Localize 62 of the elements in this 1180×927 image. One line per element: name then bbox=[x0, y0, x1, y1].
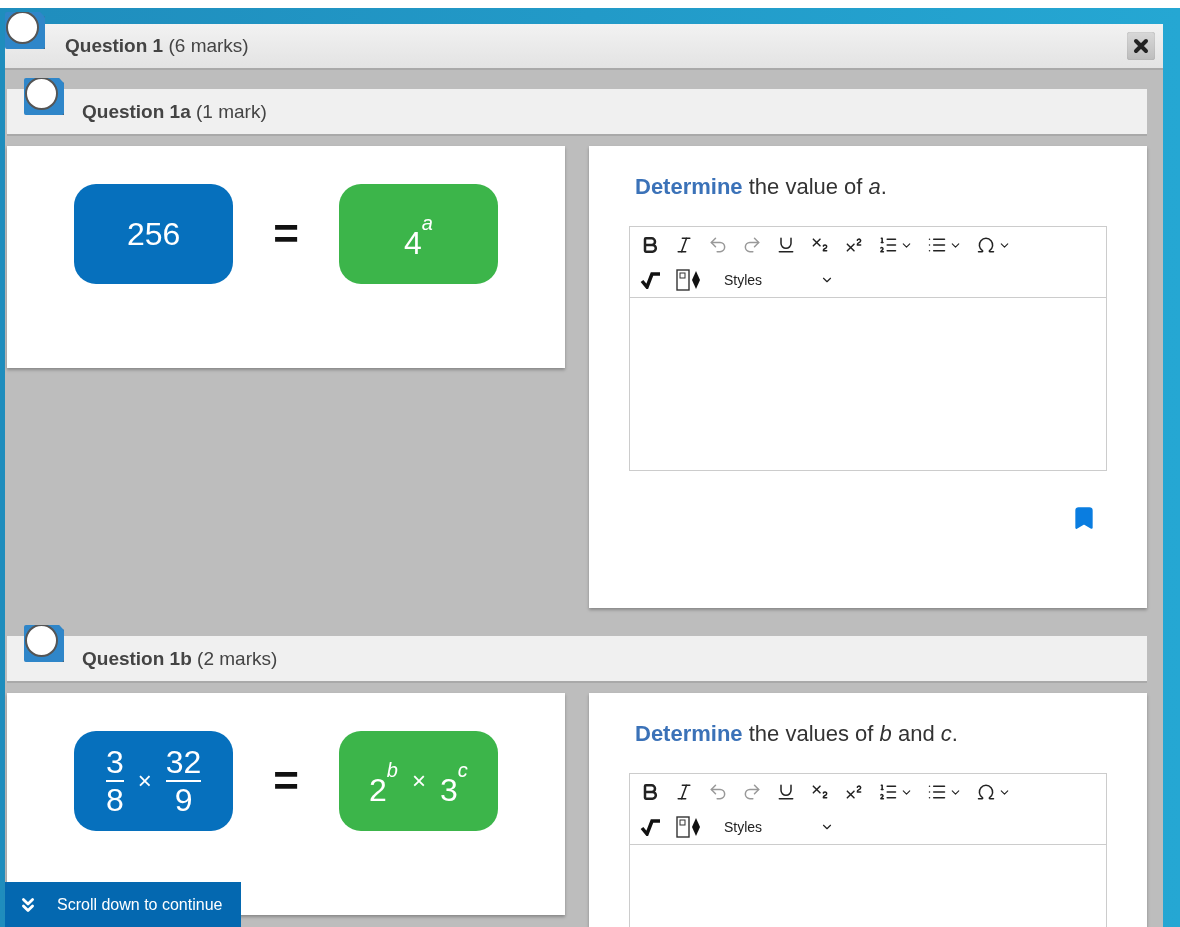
ordered-list-icon bbox=[878, 235, 898, 255]
superscript-icon bbox=[844, 782, 864, 802]
question-prompt: Determine the value of a. bbox=[634, 174, 888, 200]
subscript-icon bbox=[810, 782, 830, 802]
equals-sign: = bbox=[273, 756, 299, 806]
undo-icon bbox=[708, 782, 728, 802]
subscript-button[interactable] bbox=[810, 782, 830, 802]
italic-icon bbox=[674, 235, 694, 255]
italic-button[interactable] bbox=[674, 235, 694, 255]
times-sign: × bbox=[411, 767, 426, 795]
ordered-list-button[interactable] bbox=[878, 782, 913, 802]
underline-button[interactable] bbox=[776, 782, 796, 802]
subquestion-title: Question 1b (2 marks) bbox=[82, 647, 278, 670]
redo-icon bbox=[742, 235, 762, 255]
redo-button[interactable] bbox=[742, 782, 762, 802]
square-root-icon[interactable] bbox=[640, 271, 662, 289]
omega-button[interactable] bbox=[976, 782, 1011, 802]
question-status-icon bbox=[24, 625, 64, 662]
undo-button[interactable] bbox=[708, 782, 728, 802]
superscript-button[interactable] bbox=[844, 235, 864, 255]
undo-icon bbox=[708, 235, 728, 255]
styles-dropdown[interactable]: Styles bbox=[724, 819, 835, 835]
styles-dropdown[interactable]: Styles bbox=[724, 272, 835, 288]
times-sign: × bbox=[137, 767, 152, 795]
close-button[interactable] bbox=[1127, 32, 1155, 60]
answer-editor[interactable]: Styles bbox=[629, 773, 1107, 927]
omega-button[interactable] bbox=[976, 235, 1011, 255]
ordered-list-button[interactable] bbox=[878, 235, 913, 255]
number-text: 256 bbox=[126, 215, 181, 253]
subquestion-header[interactable]: Question 1a (1 mark) bbox=[7, 89, 1147, 136]
answer-editor[interactable]: Styles bbox=[629, 226, 1107, 471]
omega-icon bbox=[976, 235, 996, 255]
close-icon bbox=[1133, 38, 1149, 54]
subquestion-header[interactable]: Question 1b (2 marks) bbox=[7, 636, 1147, 683]
question-status-icon bbox=[5, 12, 45, 49]
subscript-icon bbox=[810, 235, 830, 255]
underline-icon bbox=[776, 782, 796, 802]
ordered-list-icon bbox=[878, 782, 898, 802]
superscript-button[interactable] bbox=[844, 782, 864, 802]
undo-button[interactable] bbox=[708, 235, 728, 255]
italic-button[interactable] bbox=[674, 782, 694, 802]
omega-icon bbox=[976, 782, 996, 802]
underline-button[interactable] bbox=[776, 235, 796, 255]
redo-button[interactable] bbox=[742, 235, 762, 255]
subscript-button[interactable] bbox=[810, 235, 830, 255]
question-title: Question 1 (6 marks) bbox=[65, 35, 249, 57]
question-prompt: Determine the values of b and c. bbox=[634, 721, 959, 747]
bullet-list-button[interactable] bbox=[927, 782, 962, 802]
superscript-icon bbox=[844, 235, 864, 255]
equals-sign: = bbox=[273, 209, 299, 259]
bullet-list-icon bbox=[927, 235, 947, 255]
redo-icon bbox=[742, 782, 762, 802]
subquestion-title: Question 1a (1 mark) bbox=[82, 100, 267, 123]
underline-icon bbox=[776, 235, 796, 255]
italic-icon bbox=[674, 782, 694, 802]
bullet-list-icon bbox=[927, 782, 947, 802]
fraction: 3 8 bbox=[105, 746, 124, 816]
fraction: 32 9 bbox=[165, 746, 202, 816]
question-status-icon bbox=[24, 78, 64, 115]
square-root-icon[interactable] bbox=[640, 818, 662, 836]
scroll-down-button[interactable]: Scroll down to continue bbox=[5, 882, 241, 927]
bullet-list-button[interactable] bbox=[927, 235, 962, 255]
